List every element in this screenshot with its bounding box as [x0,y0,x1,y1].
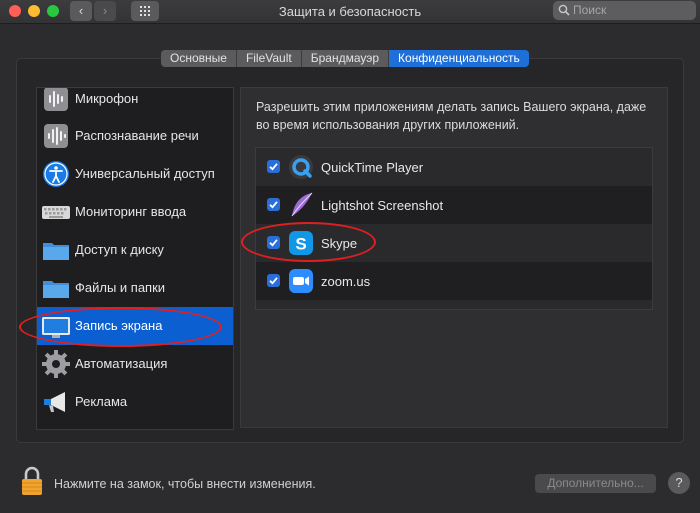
lock-hint-text: Нажмите на замок, чтобы внести изменения… [54,477,316,491]
sidebar-item-label: Запись экрана [75,318,163,333]
zoom-camera-icon [287,267,315,295]
megaphone-icon [41,387,71,417]
checkmark-icon [269,277,278,285]
app-checkbox[interactable] [267,198,280,211]
panel-description: Разрешить этим приложениям делать запись… [256,100,647,132]
folder-icon [41,235,71,265]
app-checkbox[interactable] [267,274,280,287]
tab-firewall[interactable]: Брандмауэр [301,50,390,67]
sidebar-item-label: Мониторинг ввода [75,204,187,219]
app-name: Lightshot Screenshot [321,198,444,213]
search-placeholder: Поиск [573,3,607,17]
app-checkbox[interactable] [267,160,280,173]
keyboard-icon [41,197,71,227]
sidebar-item-speech-recognition[interactable]: Распознавание речи [37,117,233,155]
sidebar-item-label: Реклама [75,394,128,409]
display-icon [41,311,71,341]
sidebar-item-advertising[interactable]: Реклама [37,383,233,421]
accessibility-icon [41,159,71,189]
lightshot-feather-icon [287,191,315,219]
checkmark-icon [269,239,278,247]
checkmark-icon [269,201,278,209]
advanced-button[interactable]: Дополнительно... [535,474,656,493]
app-name: Skype [321,236,358,251]
svg-text:S: S [295,235,306,254]
sidebar-item-accessibility[interactable]: Универсальный доступ [37,155,233,193]
gear-icon [41,349,71,379]
sidebar-item-microphone[interactable]: Микрофон [37,88,233,118]
app-checkbox[interactable] [267,236,280,249]
sidebar-item-label: Универсальный доступ [75,166,215,181]
app-row-lightshot[interactable]: Lightshot Screenshot [256,186,652,224]
app-name: zoom.us [321,274,371,289]
sidebar-item-input-monitoring[interactable]: Мониторинг ввода [37,193,233,231]
sidebar-item-label: Распознавание речи [75,128,199,143]
title-bar: ‹ › Защита и безопасность Поиск [0,0,700,24]
sidebar-item-label: Микрофон [75,91,139,106]
sidebar-item-screen-recording[interactable]: Запись экрана [37,307,233,345]
app-row-zoom[interactable]: zoom.us [256,262,652,300]
help-button[interactable]: ? [668,472,690,494]
folder-icon [41,273,71,303]
tab-filevault[interactable]: FileVault [236,50,302,67]
app-row-skype[interactable]: S Skype [256,224,652,262]
tab-general[interactable]: Основные [161,50,237,67]
search-icon [558,4,570,16]
app-name: QuickTime Player [321,160,424,175]
sidebar-item-files-and-folders[interactable]: Файлы и папки [37,269,233,307]
sidebar-item-label: Доступ к диску [75,242,164,257]
speech-recognition-icon [41,121,71,151]
sidebar-item-label: Файлы и папки [75,280,166,295]
app-row-quicktime[interactable]: QuickTime Player [256,148,652,186]
lock-icon[interactable] [20,466,44,496]
quicktime-icon [287,153,315,181]
app-row-empty [256,300,652,309]
app-list[interactable]: QuickTime Player Lightshot Screenshot S … [255,147,653,310]
checkmark-icon [269,163,278,171]
sidebar-item-automation[interactable]: Автоматизация [37,345,233,383]
privacy-category-list[interactable]: Микрофон Распознавание речи Универсальны… [36,87,234,430]
skype-icon: S [287,229,315,257]
sidebar-item-disk-access[interactable]: Доступ к диску [37,231,233,269]
search-input[interactable]: Поиск [553,1,696,20]
sidebar-item-label: Автоматизация [75,356,168,371]
tab-bar: Основные FileVault Брандмауэр Конфиденци… [161,50,529,67]
tab-privacy[interactable]: Конфиденциальность [389,50,529,67]
microphone-icon [41,88,71,114]
